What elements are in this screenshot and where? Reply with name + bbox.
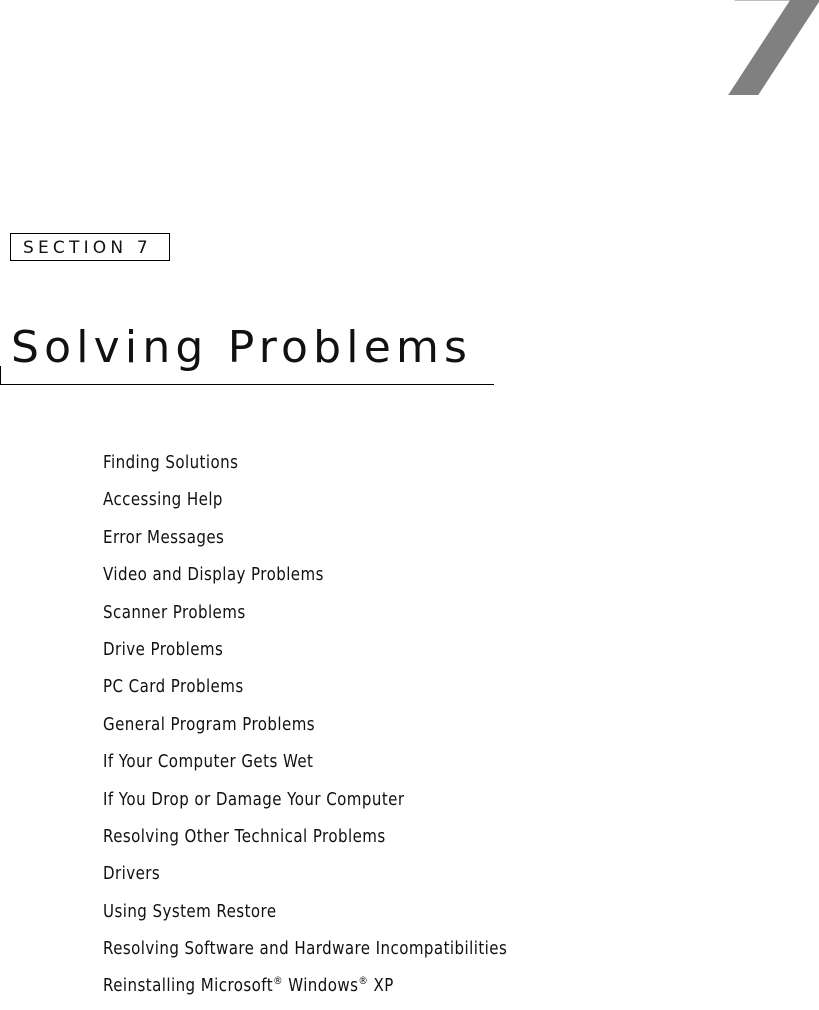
toc-item[interactable]: Accessing Help xyxy=(103,486,507,523)
toc-item[interactable]: Scanner Problems xyxy=(103,599,507,636)
toc-item[interactable]: Drive Problems xyxy=(103,636,507,673)
toc-item[interactable]: Resolving Other Technical Problems xyxy=(103,823,507,860)
registered-mark: ® xyxy=(358,974,369,988)
toc-item[interactable]: Drivers xyxy=(103,860,507,897)
title-rule: Solving Problems xyxy=(0,318,494,385)
registered-mark: ® xyxy=(273,974,283,988)
page-title: Solving Problems xyxy=(11,322,473,373)
toc-item[interactable]: Video and Display Problems xyxy=(103,561,507,598)
toc-text: XP xyxy=(368,976,394,997)
toc-item[interactable]: If Your Computer Gets Wet xyxy=(103,748,507,785)
toc-item[interactable]: Finding Solutions xyxy=(103,449,507,486)
toc-item[interactable]: General Program Problems xyxy=(103,711,507,748)
toc-text: Reinstalling Microsoft xyxy=(103,976,274,997)
toc-item-reinstalling-windows[interactable]: Reinstalling Microsoft® Windows® XP xyxy=(103,972,507,1009)
toc-item[interactable]: Resolving Software and Hardware Incompat… xyxy=(103,935,507,972)
toc-item[interactable]: If You Drop or Damage Your Computer xyxy=(103,786,507,823)
toc-item[interactable]: Using System Restore xyxy=(103,898,507,935)
toc-item[interactable]: PC Card Problems xyxy=(103,673,507,710)
toc-text: Windows xyxy=(282,976,359,997)
toc-item[interactable]: Error Messages xyxy=(103,524,507,561)
section-label: SECTION 7 xyxy=(10,233,170,261)
table-of-contents: Finding Solutions Accessing Help Error M… xyxy=(103,449,573,1010)
chapter-number: 7 xyxy=(715,0,819,133)
